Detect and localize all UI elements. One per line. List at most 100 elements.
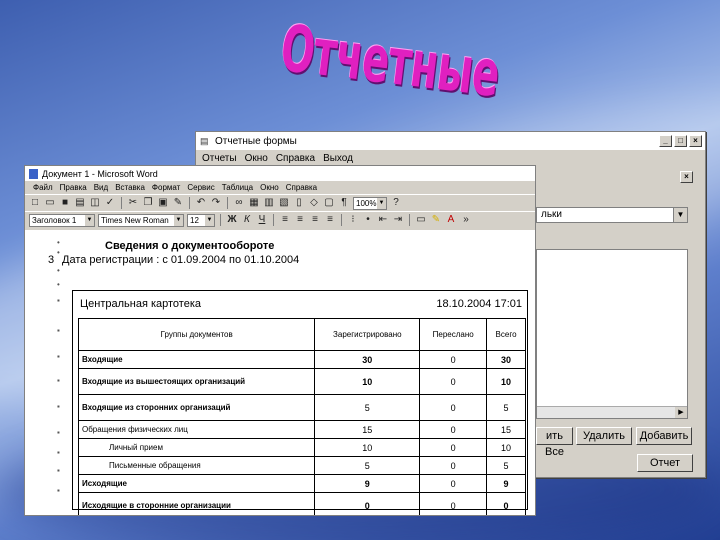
document-map-icon[interactable]: ▢ — [323, 197, 335, 209]
table-row: Входящие 30 0 30 — [77, 350, 526, 369]
tables-borders-icon[interactable]: ▦ — [248, 197, 260, 209]
inner-close-button[interactable]: × — [680, 171, 693, 183]
table-row: Входящие из сторонних организаций 5 0 5 — [77, 394, 526, 421]
cut-icon[interactable]: ✂ — [127, 197, 139, 209]
paragraph-mark: ▪ — [57, 486, 60, 495]
table-row: Входящие из вышестоящих организаций 10 0… — [77, 368, 526, 395]
document-page[interactable]: • • • • ▪ ▪ ▪ ▪ ▪ ▪ ▪ ▪ ▪ Сведения о док… — [25, 230, 535, 515]
report-forms-menubar: Отчеты Окно Справка Выход — [196, 150, 705, 166]
add-button[interactable]: Добавить — [636, 427, 692, 445]
row-total: 10 — [486, 368, 526, 395]
new-document-icon[interactable]: □ — [29, 197, 41, 209]
redo-icon[interactable]: ↷ — [210, 197, 222, 209]
toolbar-options-icon[interactable]: » — [460, 214, 472, 226]
zoom-select[interactable]: 100% ▼ — [353, 196, 387, 210]
horizontal-scrollbar[interactable]: ▶ — [537, 406, 687, 418]
subheading-prefix: 3 — [48, 254, 55, 266]
row-total: 15 — [486, 420, 526, 439]
records-list[interactable]: ▶ — [536, 249, 688, 419]
increase-indent-icon[interactable]: ⇥ — [392, 214, 404, 226]
align-center-icon[interactable]: ≡ — [294, 214, 306, 226]
show-hide-icon[interactable]: ¶ — [338, 197, 350, 209]
combo-arrow-icon[interactable]: ▼ — [673, 208, 687, 222]
menu-file[interactable]: Файл — [33, 183, 53, 192]
delete-button[interactable]: Удалить — [576, 427, 632, 445]
slide-title: Отчетные формы — [276, 11, 504, 228]
report-table: Группы документов Зарегистрировано Перес… — [77, 318, 526, 515]
menu-view[interactable]: Вид — [94, 183, 108, 192]
word-titlebar[interactable]: Документ 1 - Microsoft Word — [25, 166, 535, 181]
row-name: Исходящие — [77, 474, 316, 493]
menu-table[interactable]: Таблица — [222, 183, 253, 192]
highlight-icon[interactable]: ✎ — [430, 214, 442, 226]
spellcheck-icon[interactable]: ✓ — [104, 197, 116, 209]
help-icon[interactable]: ? — [390, 197, 402, 209]
underline-icon[interactable]: Ч — [256, 214, 268, 226]
undo-icon[interactable]: ↶ — [195, 197, 207, 209]
menu-tools[interactable]: Сервис — [187, 183, 214, 192]
menu-reports[interactable]: Отчеты — [202, 153, 237, 164]
font-size-select[interactable]: 12 ▼ — [187, 213, 215, 227]
paste-icon[interactable]: ▣ — [157, 197, 169, 209]
close-button[interactable]: × — [689, 135, 702, 147]
style-value: Заголовок 1 — [32, 215, 77, 225]
hyperlink-icon[interactable]: ∞ — [233, 197, 245, 209]
dropdown-arrow-icon[interactable]: ▼ — [85, 214, 94, 226]
menu-format[interactable]: Формат — [152, 183, 180, 192]
excel-icon[interactable]: ▧ — [278, 197, 290, 209]
columns-icon[interactable]: ▯ — [293, 197, 305, 209]
menu-exit[interactable]: Выход — [323, 153, 353, 164]
row-total: 10 — [486, 438, 526, 457]
font-select[interactable]: Times New Roman ▼ — [98, 213, 184, 227]
menu-window[interactable]: Окно — [245, 153, 268, 164]
word-menubar: Файл Правка Вид Вставка Формат Сервис Та… — [25, 181, 535, 194]
print-icon[interactable]: ▤ — [74, 197, 86, 209]
report-forms-titlebar[interactable]: ▤ Отчетные формы _ □ × — [196, 132, 705, 150]
drawing-icon[interactable]: ◇ — [308, 197, 320, 209]
row-sent: 0 — [419, 474, 488, 493]
row-sent: 0 — [419, 368, 488, 395]
align-left-icon[interactable]: ≡ — [279, 214, 291, 226]
numbering-icon[interactable]: ⁝ — [347, 214, 359, 226]
borders-icon[interactable]: ▭ — [415, 214, 427, 226]
row-sent: 0 — [419, 438, 488, 457]
open-folder-icon[interactable]: ▭ — [44, 197, 56, 209]
bullets-icon[interactable]: • — [362, 214, 374, 226]
maximize-button[interactable]: □ — [674, 135, 687, 147]
column-header: Всего — [486, 318, 526, 351]
font-color-icon[interactable]: A — [445, 214, 457, 226]
style-select[interactable]: Заголовок 1 ▼ — [29, 213, 95, 227]
row-sent: 0 — [419, 350, 488, 369]
format-painter-icon[interactable]: ✎ — [172, 197, 184, 209]
report-button[interactable]: Отчет — [637, 454, 693, 472]
preview-icon[interactable]: ◫ — [89, 197, 101, 209]
filter-combo[interactable]: льки ▼ — [536, 207, 688, 223]
table-row: Письменные обращения 5 0 5 — [77, 456, 526, 475]
copy-icon[interactable]: ❐ — [142, 197, 154, 209]
menu-insert[interactable]: Вставка — [115, 183, 145, 192]
save-icon[interactable]: ■ — [59, 197, 71, 209]
paragraph-mark: • — [57, 248, 60, 257]
registration-period: Дата регистрации : с 01.09.2004 по 01.10… — [62, 254, 300, 266]
dropdown-arrow-icon[interactable]: ▼ — [174, 214, 183, 226]
menu-window[interactable]: Окно — [260, 183, 279, 192]
bold-icon[interactable]: Ж — [226, 214, 238, 226]
filter-combo-value: льки — [541, 209, 563, 220]
scroll-right-icon[interactable]: ▶ — [675, 407, 687, 418]
paragraph-mark: ▪ — [57, 352, 60, 361]
dropdown-arrow-icon[interactable]: ▼ — [377, 197, 386, 209]
dropdown-arrow-icon[interactable]: ▼ — [205, 214, 214, 226]
formatting-toolbar: Заголовок 1 ▼ Times New Roman ▼ 12 ▼ Ж К… — [25, 211, 535, 228]
menu-help[interactable]: Справка — [276, 153, 315, 164]
menu-help[interactable]: Справка — [286, 183, 317, 192]
decrease-indent-icon[interactable]: ⇤ — [377, 214, 389, 226]
insert-table-icon[interactable]: ▥ — [263, 197, 275, 209]
align-right-icon[interactable]: ≡ — [309, 214, 321, 226]
italic-icon[interactable]: К — [241, 214, 253, 226]
minimize-button[interactable]: _ — [659, 135, 672, 147]
save-all-button[interactable]: ить Все — [536, 427, 573, 458]
justify-icon[interactable]: ≡ — [324, 214, 336, 226]
toolbar-divider — [227, 197, 228, 209]
standard-toolbar: □ ▭ ■ ▤ ◫ ✓ ✂ ❐ ▣ ✎ ↶ ↷ ∞ ▦ ▥ ▧ ▯ ◇ ▢ ¶ … — [25, 194, 535, 211]
menu-edit[interactable]: Правка — [60, 183, 87, 192]
